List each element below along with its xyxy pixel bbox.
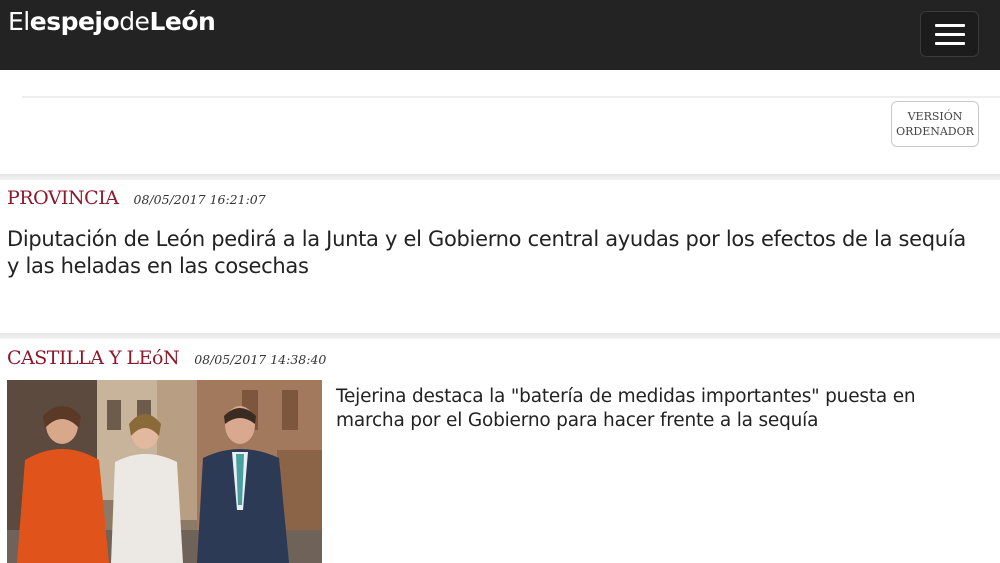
article-headline[interactable]: Diputación de León pedirá a la Junta y e… bbox=[7, 226, 977, 280]
section-separator bbox=[0, 174, 1000, 180]
article-headline[interactable]: Tejerina destaca la "batería de medidas … bbox=[336, 385, 976, 433]
logo-part-leon: León bbox=[149, 7, 216, 36]
article-timestamp: 08/05/2017 16:21:07 bbox=[133, 192, 266, 207]
site-logo[interactable]: ElespejodeLeón bbox=[8, 6, 216, 38]
menu-button[interactable] bbox=[920, 11, 979, 57]
hamburger-menu-icon-bar bbox=[934, 41, 965, 45]
article-timestamp: 08/05/2017 14:38:40 bbox=[194, 352, 327, 367]
top-navigation-bar: ElespejodeLeón bbox=[0, 0, 1000, 70]
logo-part-espejo: espejo bbox=[29, 7, 120, 36]
article-category[interactable]: CASTILLA Y LEóN bbox=[7, 347, 180, 369]
article-photo[interactable] bbox=[7, 380, 322, 563]
hamburger-menu-icon bbox=[934, 23, 965, 27]
article-meta: PROVINCIA 08/05/2017 16:21:07 bbox=[7, 187, 266, 209]
logo-part-el: El bbox=[8, 7, 30, 36]
divider bbox=[22, 96, 1000, 98]
section-separator bbox=[0, 333, 1000, 339]
article-category[interactable]: PROVINCIA bbox=[7, 187, 119, 209]
desktop-version-label-line1: VERSIÓN bbox=[907, 110, 963, 123]
hamburger-menu-icon-bar bbox=[934, 32, 965, 36]
article-meta: CASTILLA Y LEóN 08/05/2017 14:38:40 bbox=[7, 347, 326, 369]
desktop-version-button[interactable]: VERSIÓN ORDENADOR bbox=[891, 101, 979, 147]
desktop-version-label-line2: ORDENADOR bbox=[896, 125, 974, 138]
article-photo-image bbox=[7, 380, 322, 563]
logo-part-de: de bbox=[119, 7, 150, 36]
